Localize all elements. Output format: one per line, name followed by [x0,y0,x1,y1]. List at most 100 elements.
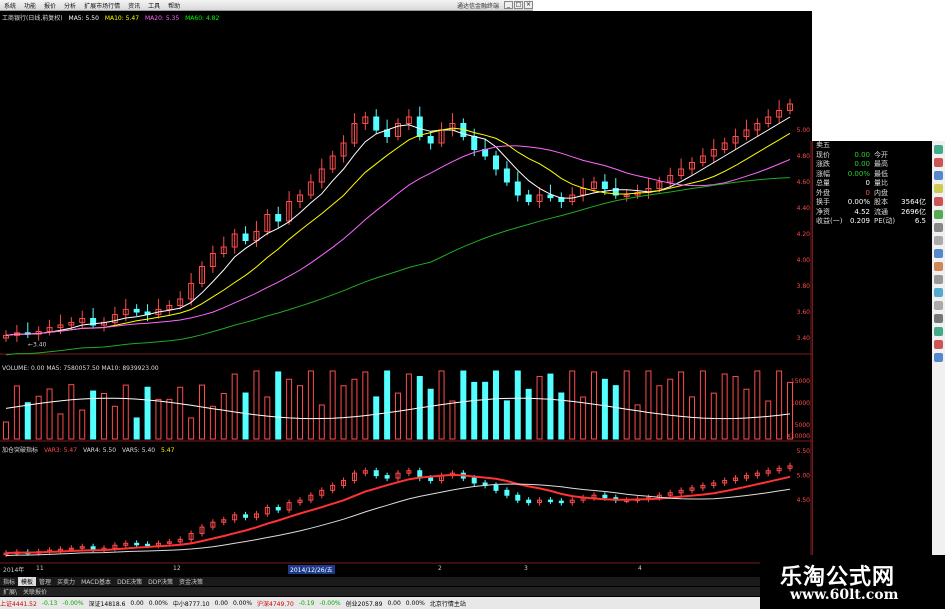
date-label-year: 2014年 [3,567,25,574]
menu-item-system[interactable]: 系统 [0,1,20,10]
candle-body [427,136,434,144]
volume-bar [667,378,674,440]
indicator-icon[interactable] [934,288,943,297]
info-value: 0.00% [847,169,870,178]
window-icon[interactable] [934,301,943,310]
info-key: 外盘 [816,188,830,197]
refresh-icon[interactable] [934,249,943,258]
tab-ddp[interactable]: DDP决策 [145,577,176,586]
menu-item-help[interactable]: 帮助 [164,1,184,10]
ma60-line [5,177,791,356]
info-value: 0.00 [854,160,870,168]
indicator-candle [243,514,249,518]
info-key-2: 量比 [874,179,888,187]
info-value-2: 6.5 [914,217,926,225]
volume-bar [471,381,478,440]
menu-item-tools[interactable]: 工具 [144,1,164,10]
export-icon[interactable] [934,340,943,349]
site-watermark: 乐淘公式网 www.60lt.com [760,555,945,609]
indicator-candle [275,507,281,511]
ma20-line [5,145,791,336]
menu-item-function[interactable]: 功能 [20,1,40,10]
volume-bar [46,388,53,440]
status-item: -0.19 [298,599,315,607]
arrow-down-icon[interactable] [934,210,943,219]
cursor-icon[interactable] [934,171,943,180]
volume-bar [209,405,216,440]
candle-body [503,168,510,183]
info-value-2: 2696亿 [901,207,926,216]
info-key-2: PE(动) [874,217,896,225]
volume-bar [318,404,325,440]
minimize-icon[interactable]: _ [504,1,513,9]
price-axis-tick: 4.40 [797,205,811,212]
tab-buy-sell[interactable]: 买卖力 [54,577,78,586]
zoom-out-icon[interactable] [934,158,943,167]
volume-bar [721,373,728,440]
info-key: 现价 [816,150,830,159]
volume-bar [493,370,499,440]
volume-bar [536,375,543,440]
zoom-in-icon[interactable] [934,145,943,154]
info-value: 0.00 [854,150,870,159]
tab-related-quote[interactable]: 关联报价 [20,587,50,596]
window-title: 通达信金融终端 [456,2,499,10]
volume-bar [787,381,793,440]
indicator-candle [515,494,521,501]
ma5-label: MA5: 5.50 [68,15,99,22]
close-icon[interactable]: × [524,1,533,9]
tab-manage[interactable]: 管理 [36,577,54,586]
volume-axis-tick: 15000 [791,378,810,385]
tab-dde[interactable]: DDE决策 [114,577,145,586]
indicator-candle [547,499,553,503]
indicator-candle [90,546,96,550]
tab-macd[interactable]: MACD基本 [78,577,114,586]
print-icon[interactable] [934,314,943,323]
volume-bar [199,384,205,440]
maximize-icon[interactable]: □ [514,1,523,9]
menu-item-news[interactable]: 资讯 [124,1,144,10]
info-header: 卖五 [813,141,932,151]
status-item: 0.00 [214,599,228,607]
volume-bar [307,370,314,440]
volume-bar [373,396,380,440]
info-key: 收益(一) [816,217,843,225]
candle-body [514,181,521,196]
info-row: 外盘 0 内盘 [813,189,932,199]
volume-bar [166,398,173,440]
indicator-candle [504,489,510,496]
candle-body [416,116,423,137]
settings-icon[interactable] [934,236,943,245]
info-value: 0.209 [849,217,870,225]
grid-icon[interactable] [934,223,943,232]
volume-bar [449,400,456,440]
draw-line-icon[interactable] [934,184,943,193]
date-label-11: 11 [36,565,44,572]
volume-bar [340,385,347,440]
tab-fund[interactable]: 资金决策 [176,577,206,586]
volume-bar [35,395,42,440]
chart-area[interactable]: 5.00 4.80 4.60 4.40 4.20 4.00 3.80 3.60 3.40 ←3.4… [0,11,812,564]
volume-bar [395,392,401,440]
arrow-up-icon[interactable] [934,197,943,206]
volume-bar [177,386,184,440]
layout-icon[interactable] [934,275,943,284]
info-icon[interactable] [934,327,943,336]
chart-canvas: 5.00 4.80 4.60 4.40 4.20 4.00 3.80 3.60 3.40 ←3.4… [0,98,812,564]
volume-bar [656,385,663,440]
menu-item-quote[interactable]: 报价 [40,1,60,10]
volume-bar [547,373,554,440]
volume-bar [776,370,783,440]
tab-indicator[interactable]: 指标 [0,577,18,586]
volume-bar [601,378,608,440]
menu-item-analysis[interactable]: 分析 [60,1,80,10]
indicator-axis-tick: 5.50 [797,448,811,455]
help-icon[interactable] [934,353,943,362]
menu-item-extended-market[interactable]: 扩展市场行情 [80,1,124,10]
tab-extended[interactable]: 扩展\ [0,587,20,596]
tab-template[interactable]: 模板 [18,577,37,586]
chart-type-icon[interactable] [934,262,943,271]
volume-bar [122,384,129,440]
indicator-panel-legend: 加仓突破指标 VAR3: 5.47 VAR4: 5.50 VAR5: 5.40 … [2,445,178,454]
volume-bar [275,371,282,440]
